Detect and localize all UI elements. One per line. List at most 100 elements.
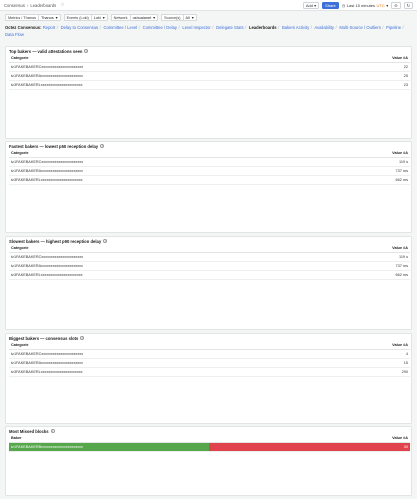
separator: /: [335, 25, 337, 30]
dashboard-links: Octez Consensus: Report / Delay to Consen…: [5, 25, 415, 38]
variable-select[interactable]: Thanos ▾: [38, 14, 61, 21]
time-range-picker[interactable]: ◷ Last 15 minutes UTC ▾: [342, 3, 389, 8]
variable-sources[interactable]: Source(s) All ▾: [161, 14, 197, 21]
table-cell: 22: [350, 62, 410, 72]
variables-bar: Metrics / Thanos Thanos ▾ Events (Loki) L…: [0, 13, 417, 22]
panel-top-bakers: Top bakers — valid attestations seen i Ca…: [5, 46, 412, 139]
panel-title[interactable]: Slowest bakers — highest p90 reception d…: [6, 237, 411, 245]
data-table: Categorie Value #A tz1FAKEBAKERCxxxxxxxxx…: [9, 245, 410, 280]
breadcrumb-separator: ›: [26, 2, 29, 8]
table-row: tz1FAKEBAKERAxxxxxxxxxxxxxxxxxxxxxx 25: [9, 71, 410, 81]
link-leaderboards[interactable]: Leaderboards: [249, 25, 277, 30]
zoom-out-icon: ⊖: [394, 2, 398, 8]
top-bar: Consensus › Leaderboards ☆ Add ▾ Share ◷…: [0, 0, 417, 11]
table-cell: 23: [350, 80, 410, 90]
info-icon[interactable]: i: [103, 239, 108, 243]
refresh-icon: ↻: [406, 2, 410, 8]
table-cell: tz3FAKEBAKERLxxxxxxxxxxxxxxxxxxxxxx: [9, 270, 350, 280]
variable-label: Events (Loki): [63, 14, 91, 21]
star-icon[interactable]: ☆: [60, 2, 64, 8]
breadcrumb-item[interactable]: Consensus: [4, 3, 25, 8]
panel-title-text: Biggest bakers — consensus slots: [9, 335, 79, 341]
variable-select[interactable]: Loki ▾: [90, 14, 108, 21]
variable-value: Loki: [93, 15, 101, 20]
variable-label: Metrics / Thanos: [5, 14, 38, 21]
variable-events[interactable]: Events (Loki) Loki ▾: [63, 14, 108, 21]
link-report[interactable]: Report: [43, 25, 56, 30]
table-cell: 4: [350, 349, 410, 359]
chevron-down-icon: ▾: [386, 2, 389, 8]
table-row: tz3FAKEBAKERLxxxxxxxxxxxxxxxxxxxxxx 662 m…: [9, 270, 410, 280]
info-icon[interactable]: i: [100, 144, 105, 148]
table-cell: 662 ms: [350, 270, 410, 280]
panel-title-text: Top bakers — valid attestations seen: [9, 48, 83, 54]
variable-label: Network: [110, 14, 130, 21]
link-delegate-stats[interactable]: Delegate Stats: [216, 25, 243, 30]
variable-select[interactable]: All ▾: [182, 14, 197, 21]
info-icon[interactable]: i: [84, 49, 89, 53]
column-header[interactable]: Categorie: [9, 342, 350, 350]
link-committee-level[interactable]: Committee / Level: [103, 25, 137, 30]
table-row: tz1FAKEBAKERBxxxxxxxxxxxxxxxxxxxxxx 30: [9, 442, 410, 452]
data-table: Categorie Value #A tz1FAKEBAKERCxxxxxxxxx…: [9, 150, 410, 185]
table-cell: tz1FAKEBAKERAxxxxxxxxxxxxxxxxxxxxxx: [9, 261, 350, 271]
column-header[interactable]: Value #A: [350, 245, 410, 253]
table-header-row: Categorie Value #A: [9, 55, 410, 63]
table-cell: tz1FAKEBAKERAxxxxxxxxxxxxxxxxxxxxxx: [9, 166, 350, 176]
share-button[interactable]: Share: [322, 1, 339, 9]
column-header[interactable]: Categorie: [9, 55, 350, 63]
link-bakers-activity[interactable]: Bakers Activity: [282, 25, 309, 30]
link-pipeline[interactable]: Pipeline: [386, 25, 401, 30]
link-level-inspector[interactable]: Level Inspector: [182, 25, 210, 30]
timezone-label: UTC: [376, 2, 385, 8]
column-header[interactable]: Categorie: [9, 150, 350, 158]
chevron-down-icon: ▾: [191, 16, 194, 20]
column-header[interactable]: Value #A: [350, 150, 410, 158]
panel-title-text: Fastest bakers — lowest p50 reception de…: [9, 143, 99, 149]
panel-title[interactable]: Most Missed blocks i: [6, 427, 411, 435]
table-cell: 737 ms: [350, 166, 410, 176]
column-header[interactable]: Categorie: [9, 245, 350, 253]
info-icon[interactable]: i: [50, 429, 55, 433]
panel-title[interactable]: Fastest bakers — lowest p50 reception de…: [6, 142, 411, 150]
table-row: tz1FAKEBAKERCxxxxxxxxxxxxxxxxxxxxxx 22: [9, 62, 410, 72]
variable-network[interactable]: Network ushuaianet ▾: [110, 14, 159, 21]
column-header[interactable]: Baker: [9, 435, 209, 443]
column-header[interactable]: Value #A: [350, 342, 410, 350]
table-header-row: Categorie Value #A: [9, 150, 410, 158]
panel-most-missed-blocks: Most Missed blocks i Baker Value #A tz1FAK…: [5, 426, 412, 496]
link-delay-to-consensus[interactable]: Delay to Consensus: [61, 25, 98, 30]
link-committee-delay[interactable]: Committee / Delay: [143, 25, 177, 30]
refresh-button[interactable]: ↻: [403, 1, 413, 9]
table-row: tz3FAKEBAKERLxxxxxxxxxxxxxxxxxxxxxx 662 m…: [9, 175, 410, 185]
separator: /: [278, 25, 280, 30]
link-availability[interactable]: Availability: [314, 25, 334, 30]
link-data-flow[interactable]: Data Flow: [5, 32, 24, 37]
add-button[interactable]: Add ▾: [302, 1, 320, 9]
table-cell: tz1FAKEBAKERAxxxxxxxxxxxxxxxxxxxxxx: [9, 71, 350, 81]
table-row: tz3FAKEBAKERLxxxxxxxxxxxxxxxxxxxxxx 23: [9, 80, 410, 90]
add-label: Add: [305, 2, 313, 8]
separator: /: [138, 25, 140, 30]
panel-slowest-bakers: Slowest bakers — highest p90 reception d…: [5, 236, 412, 330]
link-multi-source-outliers[interactable]: Multi-Source / Outliers: [339, 25, 380, 30]
table-row: tz1FAKEBAKERAxxxxxxxxxxxxxxxxxxxxxx 737 m…: [9, 261, 410, 271]
variable-value: ushuaianet: [132, 15, 152, 20]
table-row: tz1FAKEBAKERCxxxxxxxxxxxxxxxxxxxxxx 119 s: [9, 157, 410, 167]
info-icon[interactable]: i: [80, 336, 85, 340]
table-cell: tz3FAKEBAKERLxxxxxxxxxxxxxxxxxxxxxx: [9, 175, 350, 185]
table-cell: tz1FAKEBAKERCxxxxxxxxxxxxxxxxxxxxxx: [9, 349, 350, 359]
column-header[interactable]: Value #A: [350, 55, 410, 63]
column-header[interactable]: Value #A: [209, 435, 410, 443]
table-row: tz1FAKEBAKERAxxxxxxxxxxxxxxxxxxxxxx 737 m…: [9, 166, 410, 176]
variable-label: Source(s): [161, 14, 183, 21]
separator: /: [245, 25, 247, 30]
table-cell: 737 ms: [350, 261, 410, 271]
zoom-out-button[interactable]: ⊖: [391, 1, 401, 9]
chevron-down-icon: ▾: [55, 16, 58, 20]
panel-title[interactable]: Top bakers — valid attestations seen i: [6, 47, 411, 55]
variable-metrics[interactable]: Metrics / Thanos Thanos ▾: [5, 14, 61, 21]
variable-select[interactable]: ushuaianet ▾: [129, 14, 159, 21]
panel-title[interactable]: Biggest bakers — consensus slots i: [6, 334, 411, 342]
data-table: Baker Value #A tz1FAKEBAKERBxxxxxxxxxxxxx…: [9, 435, 410, 452]
